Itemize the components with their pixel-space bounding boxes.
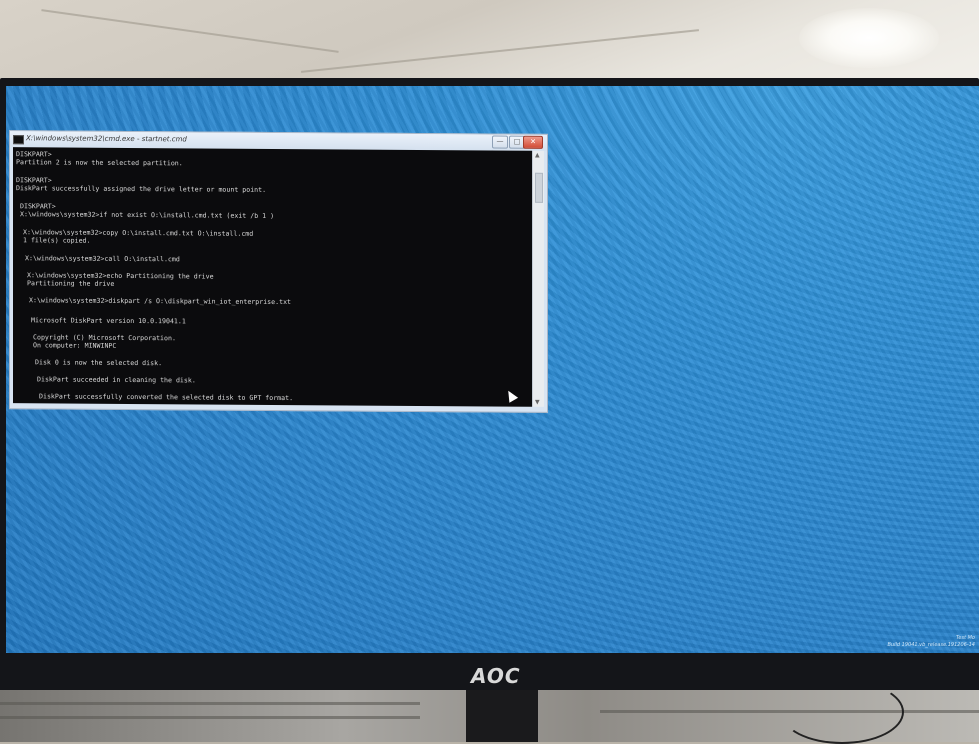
cmd-window[interactable]: X:\windows\system32\cmd.exe - startnet.c… — [9, 130, 548, 413]
console-line: X:\windows\system32>if not exist O:\inst… — [20, 210, 275, 220]
console-line: DISKPART> — [20, 202, 56, 211]
watermark-line: Test Mo — [955, 635, 975, 641]
ceiling-panel-edge — [300, 29, 700, 73]
console-output[interactable]: DISKPART> Partition 2 is now the selecte… — [13, 147, 532, 407]
desk-rail — [0, 716, 420, 719]
build-watermark: Test Mo Build 19041.vb_release.191206-14 — [888, 635, 975, 649]
cmd-icon — [13, 135, 24, 145]
monitor-brand-logo: AOC — [471, 664, 521, 688]
desk-rail — [0, 702, 420, 705]
console-line: DISKPART> — [16, 150, 52, 159]
console-line: DiskPart successfully converted the sele… — [39, 392, 294, 403]
console-line: Partition 2 is now the selected partitio… — [16, 158, 183, 168]
monitor-screen: X:\windows\system32\cmd.exe - startnet.c… — [6, 86, 979, 653]
console-line: On computer: MINWINPC — [33, 341, 117, 350]
ceiling-light — [799, 8, 939, 68]
console-line: DiskPart succeeded in cleaning the disk. — [37, 375, 196, 385]
console-line: Disk 0 is now the selected disk. — [35, 358, 163, 368]
scroll-down-icon[interactable]: ▼ — [535, 399, 540, 406]
window-title: X:\windows\system32\cmd.exe - startnet.c… — [26, 134, 187, 144]
cable — [780, 680, 904, 744]
console-line: DISKPART> — [16, 176, 52, 185]
scroll-thumb[interactable] — [535, 172, 543, 203]
console-line: X:\windows\system32>call O:\install.cmd — [25, 254, 180, 264]
console-line: X:\windows\system32>diskpart /s O:\diskp… — [29, 296, 292, 307]
console-line: Partitioning the drive — [27, 279, 115, 288]
console-line: Microsoft DiskPart version 10.0.19041.1 — [31, 316, 186, 326]
close-button[interactable]: ✕ — [523, 135, 543, 149]
console-line: DiskPart successfully assigned the drive… — [16, 184, 267, 194]
ceiling-panel-edge — [41, 9, 339, 53]
monitor-stand — [466, 690, 538, 742]
minimize-button[interactable]: — — [492, 135, 508, 149]
scroll-up-icon[interactable]: ▲ — [535, 152, 540, 159]
watermark-line: Build 19041.vb_release.191206-14 — [887, 642, 975, 648]
scrollbar[interactable]: ▲ ▼ — [532, 150, 544, 407]
console-line: 1 file(s) copied. — [23, 236, 91, 245]
